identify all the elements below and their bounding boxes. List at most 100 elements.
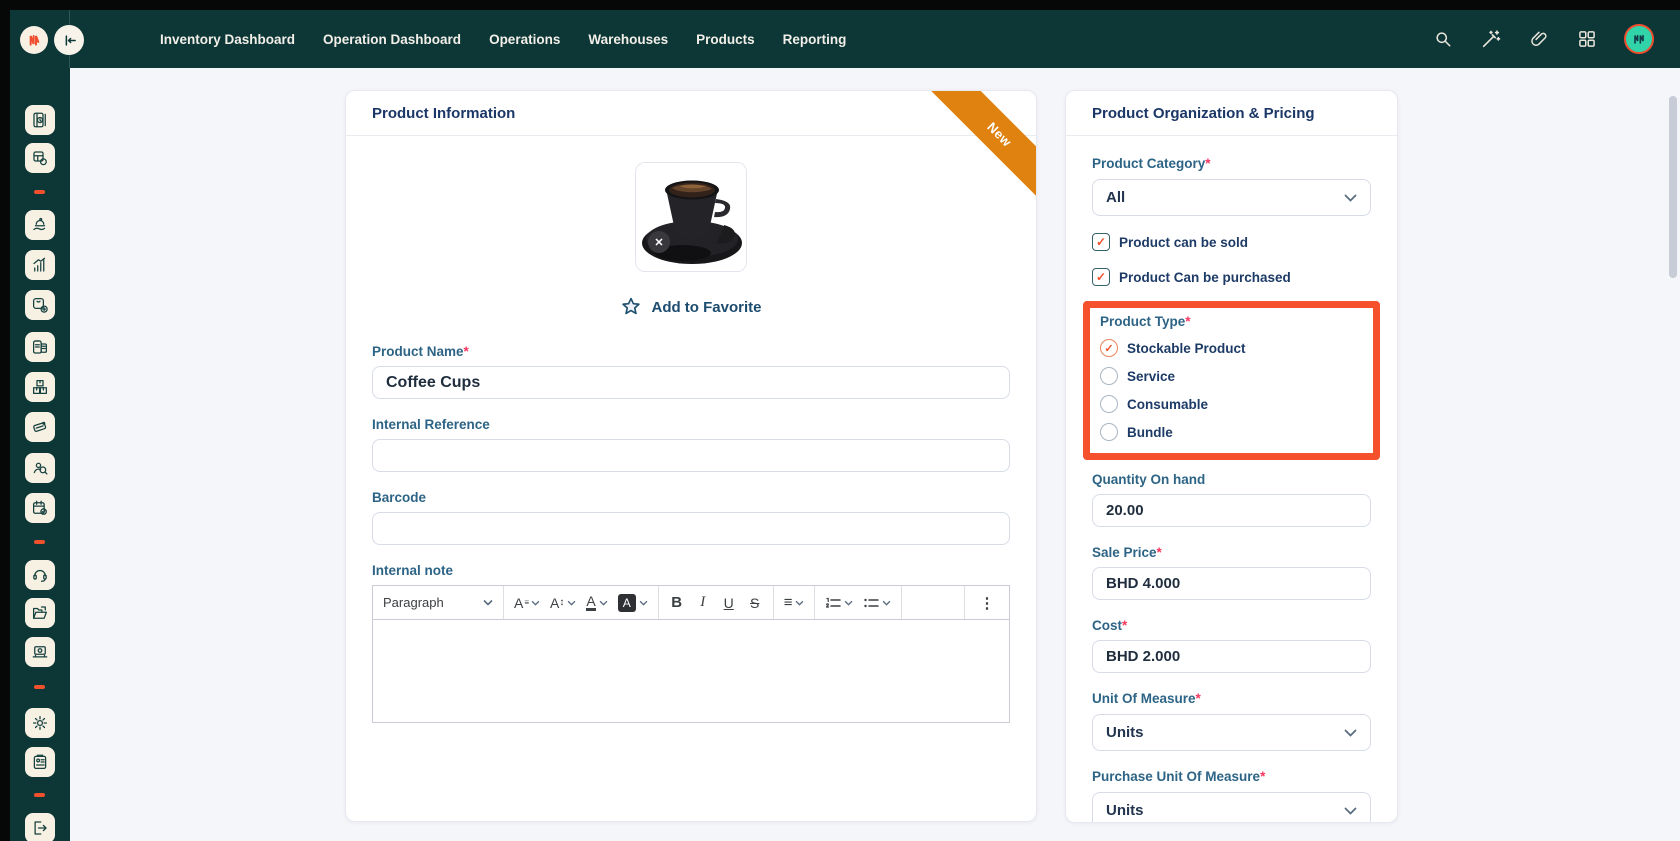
sidebar bbox=[10, 10, 70, 841]
sidebar-divider bbox=[34, 793, 45, 797]
quantity-on-hand-input[interactable] bbox=[1092, 494, 1371, 527]
text-align-button[interactable]: ≡ bbox=[780, 590, 809, 616]
paperclip-icon[interactable] bbox=[1528, 28, 1550, 50]
italic-button[interactable]: I bbox=[691, 590, 715, 616]
barcode-input[interactable] bbox=[372, 512, 1010, 545]
sidebar-item-support[interactable] bbox=[25, 560, 55, 590]
radio-unselected-icon bbox=[1100, 395, 1118, 413]
product-name-input[interactable] bbox=[372, 366, 1010, 399]
sale-price-input[interactable] bbox=[1092, 567, 1371, 600]
card-header: Product Organization & Pricing bbox=[1066, 91, 1397, 136]
product-type-label: Product Type* bbox=[1100, 314, 1363, 329]
chevron-down-icon bbox=[567, 600, 576, 606]
sidebar-item-logout[interactable] bbox=[25, 813, 55, 841]
sidebar-item-hand-serving[interactable] bbox=[25, 210, 55, 240]
sale-price-label: Sale Price* bbox=[1092, 545, 1371, 560]
magic-wand-icon[interactable] bbox=[1480, 28, 1502, 50]
required-asterisk: * bbox=[464, 344, 469, 359]
nav-item-reporting[interactable]: Reporting bbox=[783, 32, 847, 47]
card-title: Product Information bbox=[372, 105, 515, 122]
bold-button[interactable]: B bbox=[665, 590, 689, 616]
radio-unselected-icon bbox=[1100, 423, 1118, 441]
background-color-button[interactable]: A bbox=[614, 590, 652, 616]
remove-image-button[interactable]: ✕ bbox=[648, 231, 670, 253]
cost-label: Cost* bbox=[1092, 618, 1371, 633]
font-color-button[interactable]: A bbox=[582, 590, 611, 616]
card-terminal-icon bbox=[31, 418, 49, 436]
sidebar-item-settings[interactable] bbox=[25, 708, 55, 738]
nav-actions bbox=[1432, 24, 1680, 54]
sidebar-item-boxes[interactable] bbox=[25, 372, 55, 402]
nav-item-inventory-dashboard[interactable]: Inventory Dashboard bbox=[160, 32, 295, 47]
paragraph-style-dropdown[interactable]: Paragraph bbox=[379, 590, 497, 616]
app-logo[interactable] bbox=[20, 26, 48, 54]
strikethrough-button[interactable]: S bbox=[743, 590, 767, 616]
ordered-list-button[interactable] bbox=[821, 590, 857, 616]
chevron-down-icon bbox=[844, 600, 853, 606]
cost-input[interactable] bbox=[1092, 640, 1371, 673]
main-content: Product Information New ✕ bbox=[70, 68, 1680, 841]
font-size-button[interactable]: A↕ bbox=[546, 590, 580, 616]
sidebar-item-notebook-clock[interactable] bbox=[25, 105, 55, 135]
underline-button[interactable]: U bbox=[717, 590, 741, 616]
toolbar-more-button[interactable]: ⋮ bbox=[975, 590, 999, 616]
add-to-favorite-button[interactable]: Add to Favorite bbox=[372, 296, 1010, 318]
required-asterisk: * bbox=[1260, 769, 1265, 784]
radio-selected-icon: ✓ bbox=[1100, 339, 1118, 357]
sidebar-item-clipboard-calculator[interactable] bbox=[25, 332, 55, 362]
apps-grid-icon[interactable] bbox=[1576, 28, 1598, 50]
product-can-be-purchased-checkbox[interactable]: ✓ Product Can be purchased bbox=[1092, 268, 1371, 286]
sidebar-item-calculator[interactable] bbox=[25, 143, 55, 173]
folder-document-icon bbox=[31, 604, 49, 622]
search-icon[interactable] bbox=[1432, 28, 1454, 50]
user-avatar[interactable] bbox=[1624, 24, 1654, 54]
font-family-button[interactable]: A≡ bbox=[510, 590, 544, 616]
checkbox-checked-icon: ✓ bbox=[1092, 233, 1110, 251]
internal-note-editor[interactable] bbox=[372, 620, 1010, 723]
bullet-list-button[interactable] bbox=[859, 590, 895, 616]
sidebar-divider bbox=[34, 540, 45, 544]
laptop-coin-icon bbox=[31, 643, 49, 661]
product-information-card: Product Information New ✕ bbox=[345, 90, 1037, 822]
calculator-coin-icon bbox=[31, 149, 49, 167]
chevron-down-icon bbox=[599, 600, 608, 606]
product-can-be-sold-checkbox[interactable]: ✓ Product can be sold bbox=[1092, 233, 1371, 251]
radio-stockable-product[interactable]: ✓ Stockable Product bbox=[1100, 339, 1363, 357]
internal-reference-input[interactable] bbox=[372, 439, 1010, 472]
internal-note-label: Internal note bbox=[372, 563, 1010, 578]
sidebar-item-card-terminal[interactable] bbox=[25, 412, 55, 442]
sidebar-item-documents[interactable] bbox=[25, 598, 55, 628]
sidebar-collapse-button[interactable] bbox=[54, 25, 84, 55]
quantity-on-hand-label: Quantity On hand bbox=[1092, 472, 1371, 487]
sidebar-item-growth-chart[interactable] bbox=[25, 250, 55, 280]
radio-bundle[interactable]: Bundle bbox=[1100, 423, 1363, 441]
purchase-unit-of-measure-select[interactable]: Units bbox=[1092, 792, 1371, 823]
headset-icon bbox=[31, 566, 49, 584]
sidebar-item-user-search[interactable] bbox=[25, 453, 55, 483]
product-category-label: Product Category* bbox=[1092, 156, 1371, 171]
sidebar-item-scale-add[interactable] bbox=[25, 290, 55, 320]
product-category-select[interactable]: All bbox=[1092, 179, 1371, 216]
nav-item-products[interactable]: Products bbox=[696, 32, 755, 47]
nav-item-operations[interactable]: Operations bbox=[489, 32, 560, 47]
sidebar-item-calendar-check[interactable] bbox=[25, 493, 55, 523]
product-image: ✕ bbox=[635, 162, 747, 272]
nav-item-operation-dashboard[interactable]: Operation Dashboard bbox=[323, 32, 461, 47]
chevron-down-icon bbox=[1344, 807, 1357, 815]
clipboard-calculator-icon bbox=[31, 338, 49, 356]
rich-text-toolbar: Paragraph A≡ A↕ A A B I U S ≡ bbox=[372, 585, 1010, 620]
chevron-down-icon bbox=[1344, 729, 1357, 737]
chevron-down-icon bbox=[882, 600, 891, 606]
product-organization-pricing-card: Product Organization & Pricing Product C… bbox=[1065, 90, 1398, 823]
radio-consumable[interactable]: Consumable bbox=[1100, 395, 1363, 413]
sidebar-item-pos[interactable] bbox=[25, 637, 55, 667]
nav-item-warehouses[interactable]: Warehouses bbox=[588, 32, 668, 47]
growth-chart-icon bbox=[31, 256, 49, 274]
product-type-highlight-box: Product Type* ✓ Stockable Product Servic… bbox=[1083, 301, 1380, 460]
radio-unselected-icon bbox=[1100, 367, 1118, 385]
vertical-scrollbar[interactable] bbox=[1669, 96, 1677, 278]
sidebar-item-employee-card[interactable] bbox=[25, 747, 55, 777]
radio-service[interactable]: Service bbox=[1100, 367, 1363, 385]
unit-of-measure-select[interactable]: Units bbox=[1092, 714, 1371, 751]
required-asterisk: * bbox=[1196, 691, 1201, 706]
